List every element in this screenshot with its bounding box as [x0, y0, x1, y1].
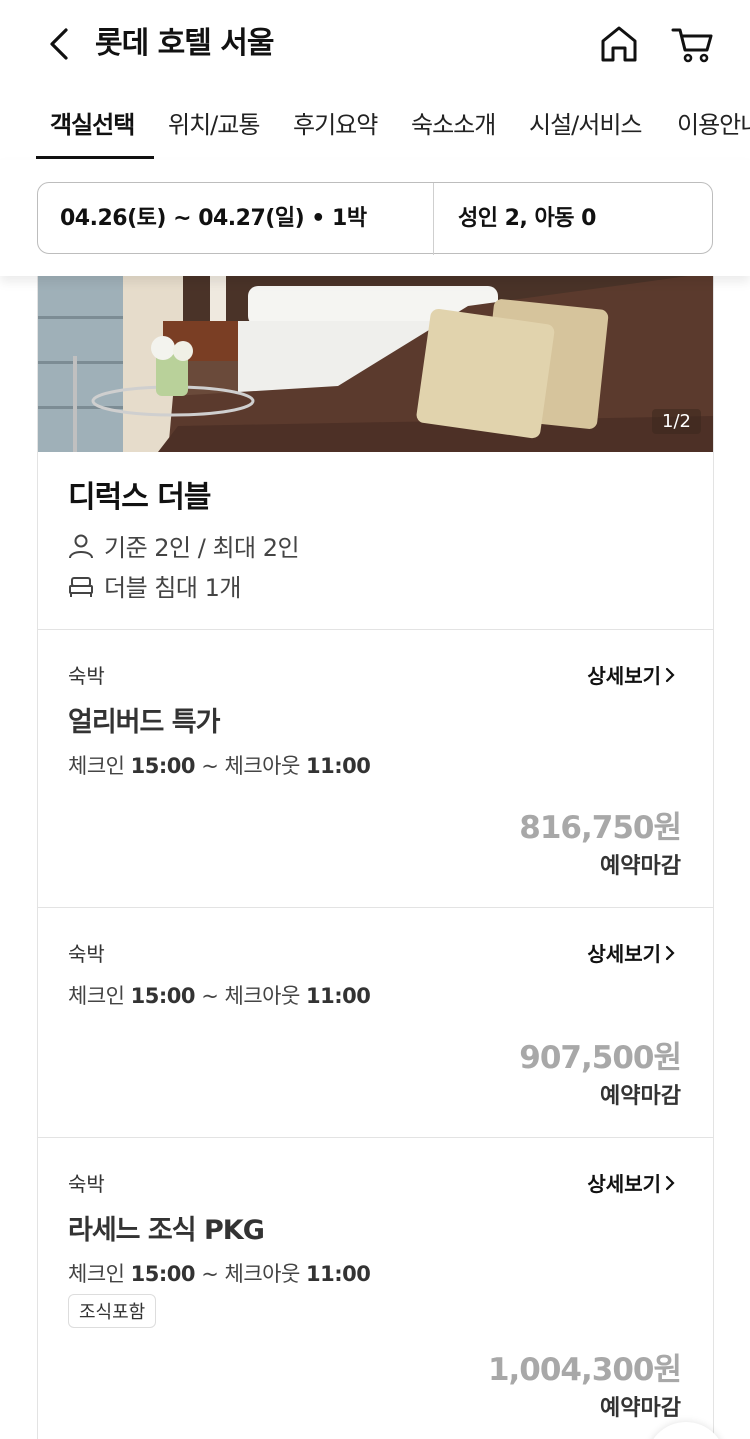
tab-usage-guide[interactable]: 이용안내 [677, 108, 750, 142]
plan-detail-link[interactable]: 상세보기 [587, 1168, 679, 1197]
plan-detail-label: 상세보기 [587, 942, 661, 966]
plan-price: 907,500원 [519, 1040, 682, 1076]
app-header: 롯데 호텔 서울 [0, 0, 750, 90]
tab-introduction[interactable]: 숙소소개 [411, 108, 496, 142]
checkout-time: 11:00 [305, 754, 371, 778]
plan-detail-label: 상세보기 [587, 664, 661, 688]
back-button[interactable] [40, 22, 80, 66]
rate-plan-3[interactable]: 숙박 상세보기 라세느 조식 PKG 체크인 15:00 ~ 체크아웃 11:0… [38, 1137, 713, 1439]
tab-room-select[interactable]: 객실선택 [50, 108, 135, 142]
checkin-label: 체크인 [68, 1262, 125, 1286]
plan-status: 예약마감 [600, 854, 681, 879]
room-photo[interactable]: 1/2 [38, 276, 713, 452]
time-separator: ~ [201, 1262, 219, 1286]
home-icon [601, 26, 637, 62]
bed-icon [69, 576, 93, 597]
plan-price: 816,750원 [519, 810, 682, 846]
checkin-time: 15:00 [130, 984, 196, 1008]
room-capacity: 기준 2인 / 최대 2인 [68, 528, 300, 563]
chevron-right-icon [665, 945, 675, 960]
rate-plan-1[interactable]: 숙박 상세보기 얼리버드 특가 체크인 15:00 ~ 체크아웃 11:00 8… [38, 629, 713, 907]
date-range-selector[interactable]: 04.26(토) ~ 04.27(일) • 1박 [60, 183, 367, 255]
plan-status: 예약마감 [600, 1396, 681, 1421]
checkout-time: 11:00 [305, 1262, 371, 1286]
photo-counter: 1/2 [652, 409, 701, 434]
tab-facilities[interactable]: 시설/서비스 [529, 108, 642, 142]
plan-detail-link[interactable]: 상세보기 [587, 938, 679, 967]
plan-checkin-time: 체크인 15:00 ~ 체크아웃 11:00 [68, 980, 371, 1010]
room-photo-illustration [38, 276, 713, 452]
plan-type: 숙박 [68, 942, 105, 966]
date-guest-selector: 04.26(토) ~ 04.27(일) • 1박 성인 2, 아동 0 [37, 182, 713, 255]
room-name: 디럭스 더블 [68, 480, 211, 515]
checkout-label: 체크아웃 [224, 754, 301, 778]
rate-plan-2[interactable]: 숙박 상세보기 체크인 15:00 ~ 체크아웃 11:00 907,500원 … [38, 907, 713, 1137]
room-bed-text: 더블 침대 1개 [104, 574, 241, 602]
selector-divider [433, 183, 434, 255]
tab-bar: 객실선택 위치/교통 후기요약 숙소소개 시설/서비스 이용안내 [0, 96, 750, 160]
plan-name: 얼리버드 특가 [68, 707, 220, 738]
checkout-label: 체크아웃 [224, 1262, 301, 1286]
plan-status: 예약마감 [600, 1084, 681, 1109]
checkout-label: 체크아웃 [224, 984, 301, 1008]
cart-icon [671, 28, 713, 63]
chevron-right-icon [665, 667, 675, 682]
active-tab-indicator [36, 156, 154, 159]
room-capacity-text: 기준 2인 / 최대 2인 [104, 534, 300, 562]
chevron-left-icon [50, 28, 68, 60]
plan-detail-link[interactable]: 상세보기 [587, 660, 679, 689]
cart-button[interactable] [670, 22, 716, 66]
booking-filter-bar: 04.26(토) ~ 04.27(일) • 1박 성인 2, 아동 0 [0, 160, 750, 276]
checkout-time: 11:00 [305, 984, 371, 1008]
chevron-right-icon [665, 1175, 675, 1190]
guest-selector[interactable]: 성인 2, 아동 0 [458, 183, 596, 255]
time-separator: ~ [201, 754, 219, 778]
plan-price: 1,004,300원 [487, 1352, 682, 1388]
plan-checkin-time: 체크인 15:00 ~ 체크아웃 11:00 [68, 750, 371, 780]
tab-review-summary[interactable]: 후기요약 [293, 108, 378, 142]
plan-type: 숙박 [68, 1172, 105, 1196]
plan-name: 라세느 조식 PKG [68, 1215, 265, 1246]
home-button[interactable] [598, 22, 640, 66]
room-card: 1/2 디럭스 더블 기준 2인 / 최대 2인 더블 침대 1개 숙박 상세보… [37, 276, 714, 1439]
plan-checkin-time: 체크인 15:00 ~ 체크아웃 11:00 [68, 1258, 371, 1288]
plan-detail-label: 상세보기 [587, 1172, 661, 1196]
tab-location[interactable]: 위치/교통 [168, 108, 260, 142]
person-icon [69, 534, 93, 558]
time-separator: ~ [201, 984, 219, 1008]
checkin-time: 15:00 [130, 1262, 196, 1286]
checkin-time: 15:00 [130, 754, 196, 778]
breakfast-included-badge: 조식포함 [68, 1294, 157, 1328]
checkin-label: 체크인 [68, 754, 125, 778]
room-bed: 더블 침대 1개 [68, 568, 241, 603]
checkin-label: 체크인 [68, 984, 125, 1008]
page-title: 롯데 호텔 서울 [95, 26, 274, 61]
plan-type: 숙박 [68, 664, 105, 688]
